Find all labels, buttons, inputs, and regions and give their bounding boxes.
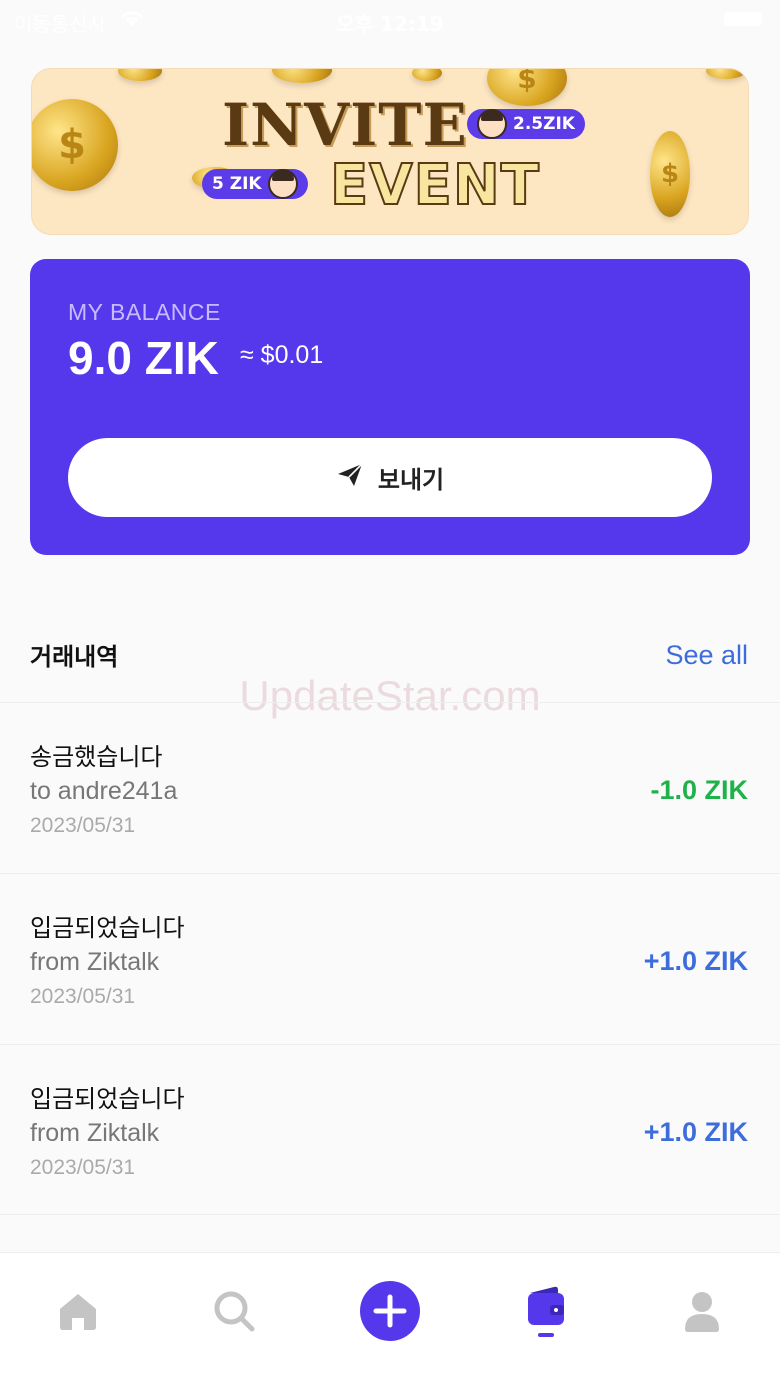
transaction-title: 송금했습니다	[30, 743, 163, 771]
transaction-amount: +1.0 ZIK	[643, 946, 748, 976]
see-all-link[interactable]: See all	[665, 640, 748, 671]
coin-icon	[412, 69, 442, 81]
transaction-date: 2023/05/31	[30, 814, 136, 837]
transaction-date: 2023/05/31	[30, 1156, 136, 1179]
transaction-party: to andre241a	[30, 777, 178, 805]
banner-title-event: EVENT	[329, 152, 540, 219]
balance-card: MY BALANCE 9.0 ZIK ≈ $0.01 보내기	[30, 259, 750, 555]
coin-icon: $	[32, 99, 118, 191]
reward-bubble-left: 5 ZIK	[202, 169, 308, 199]
send-button-label: 보내기	[377, 466, 445, 494]
tab-home[interactable]	[48, 1283, 108, 1343]
balance-amount: 9.0 ZIK	[68, 332, 219, 384]
status-bar: 이동통신사 오후 12:19	[0, 0, 780, 40]
transaction-row[interactable]: 입금되었습니다 from Ziktalk 2023/05/31 +1.0 ZIK	[0, 1044, 780, 1215]
coin-icon	[118, 69, 162, 81]
reward-bubble-left-label: 5 ZIK	[212, 174, 262, 194]
coin-icon	[272, 69, 332, 83]
paper-plane-icon	[336, 462, 364, 494]
wallet-icon	[524, 1283, 568, 1343]
tab-profile[interactable]	[672, 1283, 732, 1343]
reward-bubble-right: 2.5ZIK	[467, 109, 585, 139]
send-button[interactable]: 보내기	[68, 438, 712, 517]
coin-icon: $	[487, 69, 567, 106]
transaction-row[interactable]: 송금했습니다 to andre241a 2023/05/31 -1.0 ZIK	[0, 702, 780, 873]
status-time: 오후 12:19	[336, 12, 444, 36]
tab-wallet[interactable]	[516, 1283, 576, 1343]
transaction-date: 2023/05/31	[30, 985, 136, 1008]
home-icon	[56, 1289, 100, 1337]
transaction-row[interactable]: 입금되었습니다 from Ziktalk 2023/05/31 +1.0 ZIK	[0, 873, 780, 1044]
transactions-title: 거래내역	[30, 643, 119, 671]
balance-label: MY BALANCE	[68, 299, 221, 325]
tab-create[interactable]	[360, 1281, 420, 1345]
transaction-party: from Ziktalk	[30, 1119, 160, 1147]
balance-usd-value: ≈ $0.01	[240, 341, 324, 369]
avatar-male-icon	[267, 169, 298, 199]
search-icon	[212, 1289, 256, 1337]
bottom-tab-bar	[0, 1252, 780, 1387]
transaction-party: from Ziktalk	[30, 948, 160, 976]
transaction-amount: +1.0 ZIK	[643, 1117, 748, 1147]
transactions-list: 송금했습니다 to andre241a 2023/05/31 -1.0 ZIK …	[0, 702, 780, 1215]
coin-icon	[706, 69, 746, 79]
profile-icon	[680, 1289, 724, 1337]
invite-event-banner[interactable]: $ $ $ INVITE EVENT 5 ZIK 2.5ZIK	[31, 68, 749, 235]
transaction-title: 입금되었습니다	[30, 914, 185, 942]
tab-search[interactable]	[204, 1283, 264, 1343]
transaction-amount: -1.0 ZIK	[650, 775, 748, 805]
coin-icon: $	[650, 131, 690, 217]
plus-icon	[360, 1281, 420, 1345]
transaction-title: 입금되었습니다	[30, 1085, 185, 1113]
avatar-female-icon	[477, 109, 507, 139]
banner-title-invite: INVITE	[222, 91, 468, 159]
reward-bubble-right-label: 2.5ZIK	[513, 114, 575, 134]
battery-icon	[724, 12, 762, 26]
